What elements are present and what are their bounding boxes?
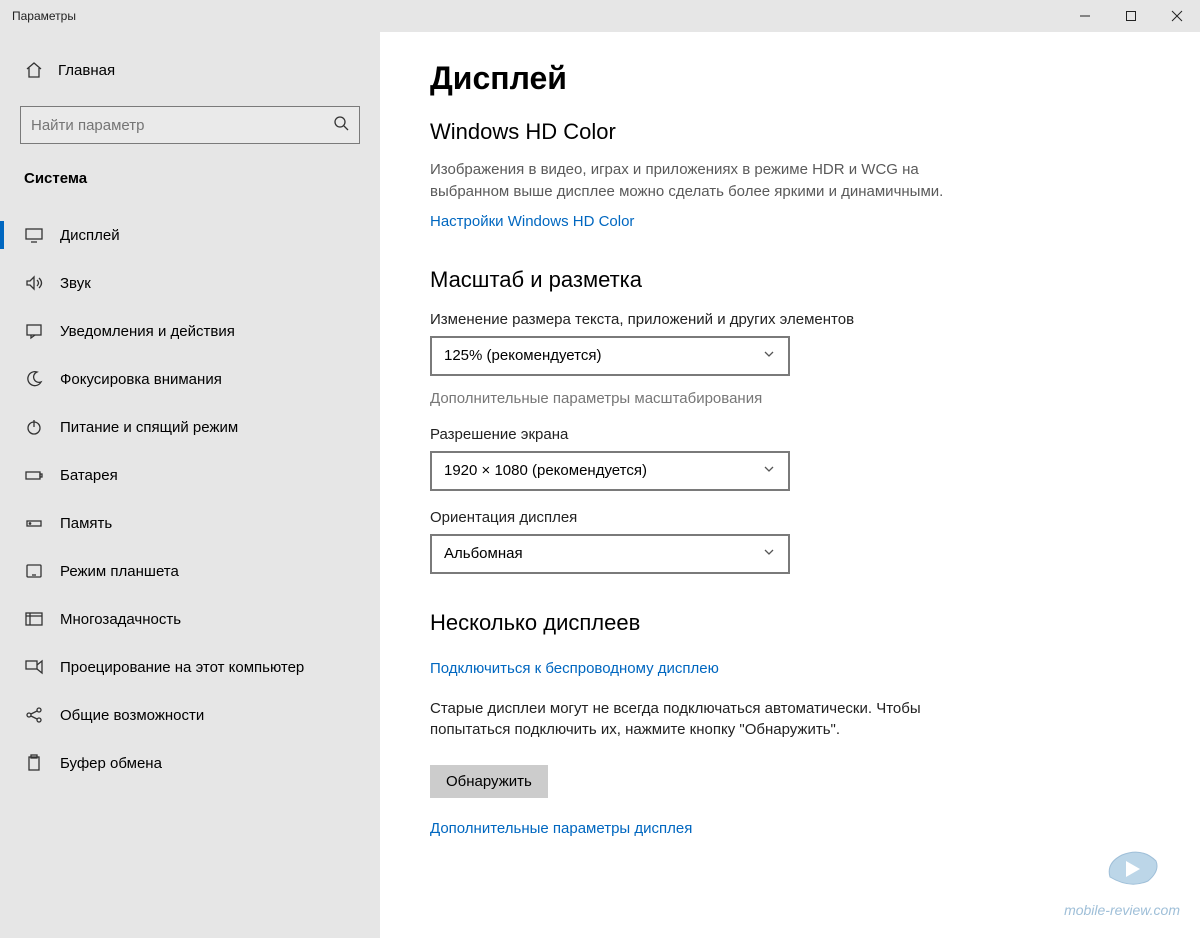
- clipboard-icon: [24, 753, 44, 773]
- resolution-label: Разрешение экрана: [430, 426, 1150, 443]
- detect-button[interactable]: Обнаружить: [430, 765, 548, 798]
- scale-size-label: Изменение размера текста, приложений и д…: [430, 311, 1150, 328]
- search-box[interactable]: [20, 106, 360, 144]
- close-button[interactable]: [1154, 0, 1200, 32]
- sidebar-item-label: Память: [60, 515, 112, 532]
- chevron-down-icon: [762, 347, 776, 365]
- sidebar-item-label: Звук: [60, 275, 91, 292]
- sidebar-item-label: Режим планшета: [60, 563, 179, 580]
- sidebar-item-power[interactable]: Питание и спящий режим: [0, 403, 380, 451]
- scale-size-value: 125% (рекомендуется): [444, 347, 601, 364]
- storage-icon: [24, 513, 44, 533]
- sidebar-home-label: Главная: [58, 62, 115, 79]
- sidebar-item-label: Дисплей: [60, 227, 120, 244]
- sidebar-item-label: Проецирование на этот компьютер: [60, 659, 304, 676]
- sidebar-home[interactable]: Главная: [0, 50, 380, 90]
- notifications-icon: [24, 321, 44, 341]
- wireless-display-link[interactable]: Подключиться к беспроводному дисплею: [430, 660, 719, 677]
- sidebar-item-label: Фокусировка внимания: [60, 371, 222, 388]
- orientation-value: Альбомная: [444, 545, 523, 562]
- hdcolor-settings-link[interactable]: Настройки Windows HD Color: [430, 213, 634, 230]
- home-icon: [24, 60, 44, 80]
- power-icon: [24, 417, 44, 437]
- titlebar: Параметры: [0, 0, 1200, 32]
- sidebar-item-project[interactable]: Проецирование на этот компьютер: [0, 643, 380, 691]
- sidebar-item-storage[interactable]: Память: [0, 499, 380, 547]
- sidebar-item-display[interactable]: Дисплей: [0, 211, 380, 259]
- shared-icon: [24, 705, 44, 725]
- multi-heading: Несколько дисплеев: [430, 610, 1150, 636]
- search-icon: [333, 115, 349, 136]
- hdcolor-description: Изображения в видео, играх и приложениях…: [430, 159, 990, 203]
- page-title: Дисплей: [430, 60, 1150, 97]
- sidebar-item-label: Общие возможности: [60, 707, 204, 724]
- search-input[interactable]: [31, 117, 317, 134]
- sidebar-item-sound[interactable]: Звук: [0, 259, 380, 307]
- multitask-icon: [24, 609, 44, 629]
- scale-heading: Масштаб и разметка: [430, 267, 1150, 293]
- content-area: Дисплей Windows HD Color Изображения в в…: [380, 32, 1200, 938]
- tablet-icon: [24, 561, 44, 581]
- maximize-button[interactable]: [1108, 0, 1154, 32]
- sidebar: Главная Система Дисплей Звук Уведомления…: [0, 32, 380, 938]
- sidebar-item-label: Уведомления и действия: [60, 323, 235, 340]
- moon-icon: [24, 369, 44, 389]
- sidebar-item-label: Многозадачность: [60, 611, 181, 628]
- resolution-value: 1920 × 1080 (рекомендуется): [444, 462, 647, 479]
- watermark-logo-icon: [1102, 843, 1162, 896]
- watermark-text: mobile-review.com: [1064, 902, 1180, 918]
- sidebar-nav-list: Дисплей Звук Уведомления и действия Фоку…: [0, 211, 380, 787]
- sidebar-item-label: Батарея: [60, 467, 118, 484]
- sound-icon: [24, 273, 44, 293]
- sidebar-item-label: Буфер обмена: [60, 755, 162, 772]
- scale-advanced-link[interactable]: Дополнительные параметры масштабирования: [430, 390, 762, 407]
- monitor-icon: [24, 225, 44, 245]
- orientation-dropdown[interactable]: Альбомная: [430, 534, 790, 574]
- scale-size-dropdown[interactable]: 125% (рекомендуется): [430, 336, 790, 376]
- chevron-down-icon: [762, 462, 776, 480]
- advanced-display-link[interactable]: Дополнительные параметры дисплея: [430, 820, 692, 837]
- sidebar-item-shared[interactable]: Общие возможности: [0, 691, 380, 739]
- sidebar-item-label: Питание и спящий режим: [60, 419, 238, 436]
- battery-icon: [24, 465, 44, 485]
- sidebar-item-clipboard[interactable]: Буфер обмена: [0, 739, 380, 787]
- sidebar-item-notifications[interactable]: Уведомления и действия: [0, 307, 380, 355]
- hdcolor-heading: Windows HD Color: [430, 119, 1150, 145]
- resolution-dropdown[interactable]: 1920 × 1080 (рекомендуется): [430, 451, 790, 491]
- sidebar-item-battery[interactable]: Батарея: [0, 451, 380, 499]
- sidebar-section-title: Система: [0, 156, 380, 201]
- orientation-label: Ориентация дисплея: [430, 509, 1150, 526]
- chevron-down-icon: [762, 545, 776, 563]
- multi-description: Старые дисплеи могут не всегда подключат…: [430, 698, 990, 742]
- sidebar-item-tablet[interactable]: Режим планшета: [0, 547, 380, 595]
- minimize-button[interactable]: [1062, 0, 1108, 32]
- sidebar-item-multitask[interactable]: Многозадачность: [0, 595, 380, 643]
- window-title: Параметры: [12, 9, 76, 23]
- project-icon: [24, 657, 44, 677]
- sidebar-item-focus[interactable]: Фокусировка внимания: [0, 355, 380, 403]
